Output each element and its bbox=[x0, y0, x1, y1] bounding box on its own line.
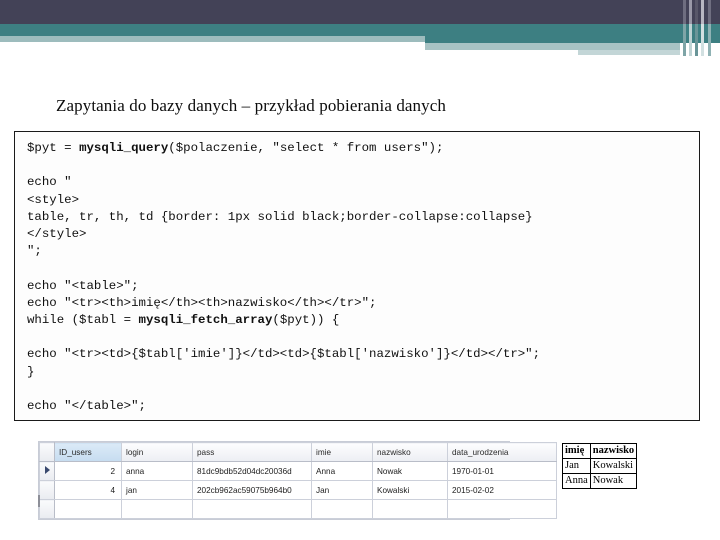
cell-imie[interactable]: Anna bbox=[311, 461, 373, 481]
code-line-3: echo " bbox=[27, 174, 699, 191]
cell-pass[interactable]: 81dc9bdb52d04dc20036d bbox=[192, 461, 312, 481]
header-light-teal-bar bbox=[0, 36, 425, 42]
database-result-table: ID_users login pass imie nazwisko data_u… bbox=[39, 442, 557, 519]
output-cell-imie: Jan bbox=[562, 458, 591, 474]
code-line-13: echo "<tr><td>{$tabl['imie']}</td><td>{$… bbox=[27, 346, 699, 363]
code-text: ($polaczenie, "select * from users"); bbox=[168, 141, 444, 155]
code-text: echo "</table>"; bbox=[27, 399, 146, 414]
code-function-name: mysqli_fetch_array bbox=[138, 313, 273, 328]
database-result-grid: ID_users login pass imie nazwisko data_u… bbox=[38, 441, 557, 520]
code-text: ($pyt)) { bbox=[272, 313, 340, 328]
output-cell-nazwisko: Kowalski bbox=[589, 458, 638, 474]
cell-empty[interactable] bbox=[447, 499, 557, 519]
code-text: $pyt = bbox=[27, 141, 80, 155]
cell-nazwisko[interactable]: Kowalski bbox=[372, 480, 448, 500]
output-html-table: imię nazwisko Jan Kowalski Anna Nowak bbox=[562, 443, 638, 489]
row-selector-cell[interactable] bbox=[39, 499, 55, 519]
header-vertical-stripe-lower-3 bbox=[695, 24, 698, 56]
cell-empty[interactable] bbox=[372, 499, 448, 519]
output-table-row: Anna Nowak bbox=[562, 473, 638, 489]
code-text: echo "<table>"; bbox=[27, 278, 139, 293]
slide-header-banner bbox=[0, 0, 720, 70]
cell-nazwisko[interactable]: Nowak bbox=[372, 461, 448, 481]
current-row-arrow-icon bbox=[44, 466, 50, 474]
cell-id_users[interactable]: 2 bbox=[54, 461, 122, 481]
output-table-row: Jan Kowalski bbox=[562, 458, 638, 474]
output-column-header-nazwisko: nazwisko bbox=[589, 443, 638, 459]
header-pale-bar-right bbox=[578, 50, 680, 55]
cell-pass[interactable]: 202cb962ac59075b964b0 bbox=[192, 480, 312, 500]
cell-empty[interactable] bbox=[54, 499, 122, 519]
cell-imie[interactable]: Jan bbox=[311, 480, 373, 500]
row-selector-cell[interactable] bbox=[39, 461, 55, 481]
cell-empty[interactable] bbox=[121, 499, 193, 519]
table-row[interactable]: 4 jan 202cb962ac59075b964b0 Jan Kowalski 2015… bbox=[39, 480, 557, 500]
cell-login[interactable]: jan bbox=[121, 480, 193, 500]
output-table-header: imię nazwisko bbox=[562, 443, 638, 459]
code-text: "; bbox=[27, 244, 42, 259]
header-vertical-stripe-lower-1 bbox=[683, 24, 686, 56]
database-grid-edge-line bbox=[38, 495, 40, 507]
code-text: table, tr, th, td {border: 1px solid bla… bbox=[27, 209, 533, 224]
cell-empty[interactable] bbox=[192, 499, 312, 519]
rendered-output-table: imię nazwisko Jan Kowalski Anna Nowak bbox=[562, 443, 638, 489]
code-line-6: </style> bbox=[27, 226, 699, 243]
cell-data_urodzenia[interactable]: 2015-02-02 bbox=[447, 480, 557, 500]
code-line-16: echo "</table>"; bbox=[27, 398, 699, 415]
code-text: } bbox=[27, 364, 35, 379]
column-header-nazwisko[interactable]: nazwisko bbox=[372, 442, 448, 462]
column-header-imie[interactable]: imie bbox=[311, 442, 373, 462]
header-teal-bar-right bbox=[425, 36, 720, 43]
header-pale-bar-mid bbox=[425, 43, 680, 50]
output-table-body: Jan Kowalski Anna Nowak bbox=[562, 458, 638, 489]
code-line-10: echo "<tr><th>imię</th><th>nazwisko</th>… bbox=[27, 295, 699, 312]
table-header-row: ID_users login pass imie nazwisko data_u… bbox=[39, 442, 557, 462]
header-vertical-stripe-lower-5 bbox=[708, 24, 711, 56]
code-line-5: table, tr, th, td {border: 1px solid bla… bbox=[27, 209, 699, 226]
code-listing: $pyt = mysqli_query($polaczenie, "select… bbox=[27, 140, 699, 415]
code-line-4: <style> bbox=[27, 192, 699, 209]
code-text: while ($tabl = bbox=[27, 313, 139, 328]
code-function-name: mysqli_query bbox=[79, 141, 169, 155]
code-line-11: while ($tabl = mysqli_fetch_array($pyt))… bbox=[27, 312, 699, 329]
column-header-login[interactable]: login bbox=[121, 442, 193, 462]
code-text: <style> bbox=[27, 192, 80, 207]
code-block: $pyt = mysqli_query($polaczenie, "select… bbox=[14, 131, 700, 421]
header-teal-bar bbox=[0, 24, 720, 36]
cell-login[interactable]: anna bbox=[121, 461, 193, 481]
table-row-empty[interactable] bbox=[39, 499, 557, 519]
code-line-7: "; bbox=[27, 243, 699, 260]
column-header-id-users[interactable]: ID_users bbox=[54, 442, 122, 462]
column-header-pass[interactable]: pass bbox=[192, 442, 312, 462]
code-line-1: $pyt = mysqli_query($polaczenie, "select… bbox=[27, 140, 699, 157]
code-line-9: echo "<table>"; bbox=[27, 278, 699, 295]
row-selector-header bbox=[39, 442, 55, 462]
column-header-data-urodzenia[interactable]: data_urodzenia bbox=[447, 442, 557, 462]
database-grid-body: 2 anna 81dc9bdb52d04dc20036d Anna Nowak 1970-… bbox=[39, 461, 557, 519]
code-text: echo "<tr><td>{$tabl['imie']}</td><td>{$… bbox=[27, 347, 541, 362]
header-vertical-stripe-lower-4 bbox=[701, 24, 704, 56]
header-white-bar bbox=[425, 50, 578, 55]
code-text: echo " bbox=[27, 175, 72, 190]
output-cell-nazwisko: Nowak bbox=[589, 473, 638, 489]
page-title: Zapytania do bazy danych – przykład pobi… bbox=[56, 96, 447, 115]
code-text: echo "<tr><th>imię</th><th>nazwisko</th>… bbox=[27, 295, 377, 310]
cell-data_urodzenia[interactable]: 1970-01-01 bbox=[447, 461, 557, 481]
table-row[interactable]: 2 anna 81dc9bdb52d04dc20036d Anna Nowak 1970-… bbox=[39, 461, 557, 481]
code-line-14: } bbox=[27, 364, 699, 381]
header-vertical-stripe-lower-2 bbox=[689, 24, 692, 56]
output-column-header-imie: imię bbox=[562, 443, 591, 459]
database-grid-header: ID_users login pass imie nazwisko data_u… bbox=[39, 442, 557, 462]
code-text: </style> bbox=[27, 227, 87, 242]
output-cell-imie: Anna bbox=[562, 473, 591, 489]
cell-id_users[interactable]: 4 bbox=[54, 480, 122, 500]
row-selector-cell[interactable] bbox=[39, 480, 55, 500]
header-navy-bar bbox=[0, 0, 720, 24]
cell-empty[interactable] bbox=[311, 499, 373, 519]
output-header-row: imię nazwisko bbox=[562, 443, 638, 459]
